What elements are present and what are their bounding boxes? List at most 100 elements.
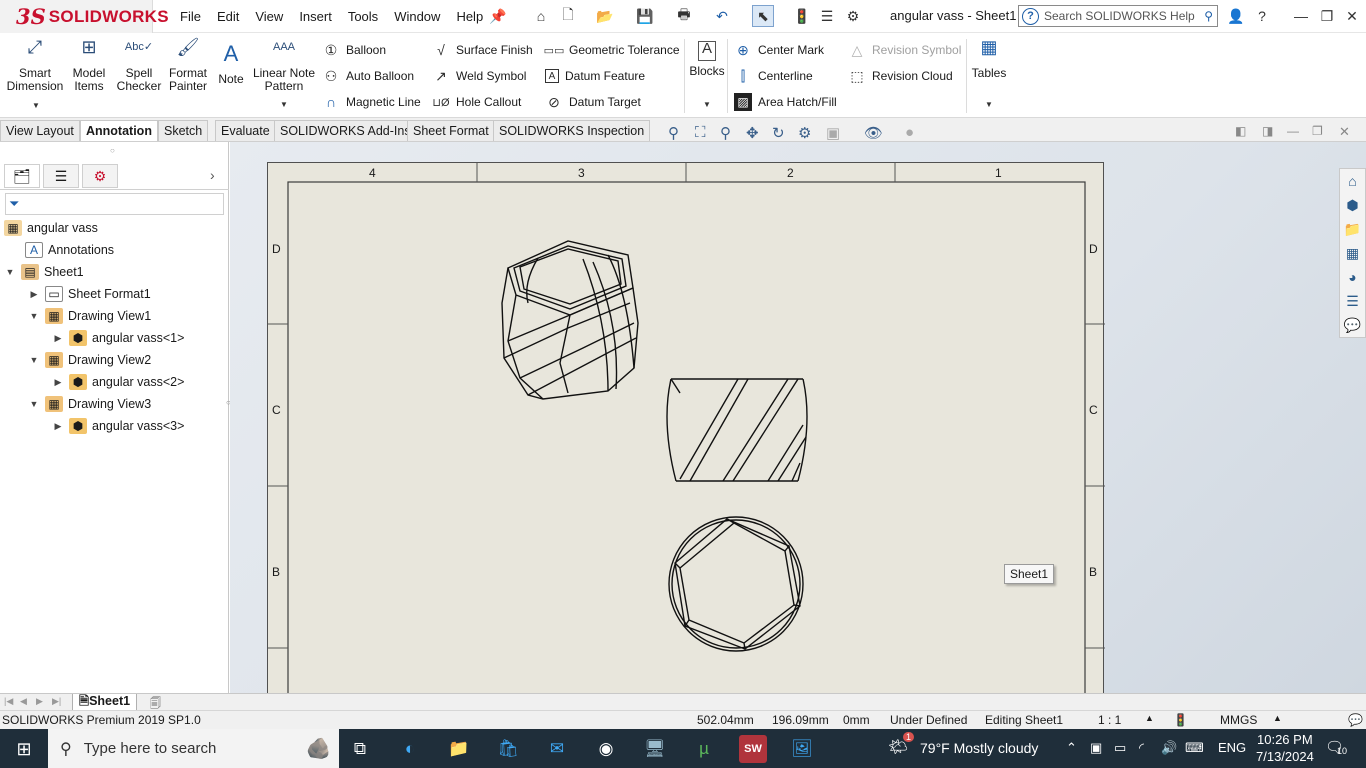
- tree-item-drawing-view3[interactable]: ▼ ▦ Drawing View3: [28, 393, 151, 415]
- menu-view[interactable]: View: [247, 9, 291, 24]
- solidworks-logo[interactable]: 3S SOLIDWORKS: [0, 0, 169, 33]
- tab-annotation[interactable]: Annotation: [80, 120, 158, 141]
- sheet-scale[interactable]: 1 : 1: [1098, 713, 1121, 727]
- select-pointer-icon[interactable]: ⬉: [752, 5, 774, 27]
- photos-icon[interactable]: 🖼: [788, 735, 816, 763]
- feedback-icon[interactable]: 💬: [1348, 713, 1363, 727]
- file-explorer-icon[interactable]: 📁: [445, 735, 473, 763]
- options-gear-icon[interactable]: ⚙: [844, 7, 862, 25]
- centerline-button[interactable]: ⫿ Centerline: [734, 66, 813, 86]
- hole-callout-button[interactable]: ⊔Ø Hole Callout: [432, 92, 521, 112]
- tree-item-root[interactable]: ▦ angular vass: [0, 217, 98, 239]
- last-sheet-icon[interactable]: ▶|: [52, 696, 61, 707]
- clock-date[interactable]: 7/13/2024: [1256, 749, 1314, 764]
- hide-show-items-icon[interactable]: 👁: [864, 124, 883, 142]
- collapse-arrow-icon[interactable]: ▼: [28, 355, 40, 365]
- user-account-icon[interactable]: 👤: [1227, 7, 1245, 25]
- model-items-button[interactable]: ⊞ Model Items: [68, 38, 110, 93]
- mail-icon[interactable]: ✉: [543, 735, 571, 763]
- featuremanager-tab-icon[interactable]: 🗂: [4, 164, 40, 188]
- display-style-icon[interactable]: ▣: [826, 124, 840, 142]
- menu-tools[interactable]: Tools: [340, 9, 386, 24]
- help-icon[interactable]: ?: [1253, 7, 1271, 25]
- geometric-tolerance-button[interactable]: ▭▭ Geometric Tolerance: [544, 40, 680, 60]
- menu-insert[interactable]: Insert: [291, 9, 340, 24]
- expand-arrow-icon[interactable]: ▶: [28, 289, 40, 300]
- tree-item-part1[interactable]: ▶ ⬢ angular vass<1>: [52, 327, 184, 349]
- tab-sketch[interactable]: Sketch: [158, 120, 209, 141]
- next-sheet-icon[interactable]: ▶: [36, 696, 43, 707]
- open-folder-icon[interactable]: 📂: [596, 7, 614, 25]
- new-document-icon[interactable]: 🗋: [559, 6, 577, 25]
- doc-restore-icon[interactable]: ❐: [1312, 124, 1323, 138]
- collapse-arrow-icon[interactable]: ▼: [28, 311, 40, 321]
- input-language[interactable]: ENG: [1218, 740, 1246, 755]
- collapse-arrow-icon[interactable]: ▼: [4, 267, 16, 277]
- tab-sheet-format[interactable]: Sheet Format: [407, 120, 495, 141]
- view-settings-icon[interactable]: ⚙: [798, 124, 811, 142]
- rebuild-indicator-icon[interactable]: 🚦: [1173, 713, 1188, 727]
- minimize-icon[interactable]: —: [1292, 7, 1310, 25]
- datum-target-button[interactable]: ⊘ Datum Target: [545, 92, 641, 112]
- weld-symbol-button[interactable]: ↗ Weld Symbol: [432, 66, 526, 86]
- custom-properties-icon[interactable]: ☰: [1340, 289, 1365, 313]
- tree-item-sheet1[interactable]: ▼ ▤ Sheet1: [4, 261, 84, 283]
- volume-icon[interactable]: 🔊: [1161, 740, 1177, 756]
- tab-solidworks-inspection[interactable]: SOLIDWORKS Inspection: [493, 120, 651, 141]
- solidworks-resources-home-icon[interactable]: ⌂: [1340, 169, 1365, 193]
- collapse-arrow-icon[interactable]: ▼: [28, 399, 40, 409]
- restore-icon[interactable]: ❐: [1318, 7, 1336, 25]
- design-library-icon[interactable]: ⬢: [1340, 193, 1365, 217]
- menu-window[interactable]: Window: [386, 9, 448, 24]
- search-icon[interactable]: ⚲: [1204, 9, 1213, 23]
- expand-arrow-icon[interactable]: ▶: [52, 333, 64, 344]
- units-popup-icon[interactable]: ▲: [1273, 713, 1282, 723]
- unit-system[interactable]: MMGS: [1220, 713, 1257, 727]
- blocks-button[interactable]: A Blocks: [689, 41, 725, 78]
- area-hatch-fill-button[interactable]: ▨ Area Hatch/Fill: [734, 92, 837, 112]
- weather-text[interactable]: 79°F Mostly cloudy: [920, 740, 1038, 756]
- touch-keyboard-icon[interactable]: ⌨: [1185, 740, 1204, 756]
- tab-evaluate[interactable]: Evaluate: [215, 120, 276, 141]
- tree-item-drawing-view2[interactable]: ▼ ▦ Drawing View2: [28, 349, 151, 371]
- expand-panel-chevron-icon[interactable]: ›: [210, 167, 215, 183]
- view-palette-icon[interactable]: ▦: [1340, 241, 1365, 265]
- sheet1-tab[interactable]: 🗎Sheet1: [72, 694, 138, 711]
- expand-arrow-icon[interactable]: ▶: [52, 421, 64, 432]
- tab-solidworks-addins[interactable]: SOLIDWORKS Add-Ins: [274, 120, 417, 141]
- surface-finish-button[interactable]: √ Surface Finish: [432, 40, 533, 60]
- panel-splitter-handle[interactable]: ○: [110, 146, 115, 155]
- balloon-button[interactable]: ① Balloon: [322, 40, 386, 60]
- show-hidden-icons-chevron-icon[interactable]: ⌃: [1066, 740, 1077, 756]
- chrome-icon[interactable]: ◉: [592, 735, 620, 763]
- meet-now-icon[interactable]: ▣: [1090, 740, 1102, 756]
- tab-view-layout[interactable]: View Layout: [0, 120, 80, 141]
- view-next-icon[interactable]: ◨: [1262, 124, 1273, 138]
- microsoft-store-icon[interactable]: 🛍: [494, 735, 522, 763]
- file-properties-icon[interactable]: ☰: [818, 7, 836, 25]
- magnetic-line-button[interactable]: ∩ Magnetic Line: [322, 92, 421, 112]
- auto-balloon-button[interactable]: ⚇ Auto Balloon: [322, 66, 414, 86]
- datum-feature-button[interactable]: A Datum Feature: [545, 66, 645, 86]
- tree-item-annotations[interactable]: A Annotations: [20, 239, 114, 261]
- search-help-field[interactable]: ? Search SOLIDWORKS Help ⚲: [1018, 5, 1218, 27]
- windows-start-icon[interactable]: ⊞: [10, 735, 38, 763]
- utorrent-icon[interactable]: µ: [690, 735, 718, 763]
- doc-close-icon[interactable]: ✕: [1339, 124, 1350, 140]
- graphics-area[interactable]: 4 3 2 1 D C B D C B Sheet1: [230, 142, 1366, 703]
- scale-popup-icon[interactable]: ▲: [1145, 713, 1154, 723]
- solidworks-taskbar-icon[interactable]: SW: [739, 735, 767, 763]
- center-mark-button[interactable]: ⊕ Center Mark: [734, 40, 824, 60]
- task-view-icon[interactable]: ⧉: [346, 735, 374, 763]
- zoom-to-fit-icon[interactable]: ⚲: [668, 124, 679, 142]
- solidworks-forum-icon[interactable]: 💬: [1340, 313, 1365, 337]
- smart-dimension-button[interactable]: ⤢ Smart Dimension: [6, 38, 64, 93]
- save-icon[interactable]: 💾: [636, 7, 654, 25]
- spell-checker-button[interactable]: Abc✓ Spell Checker: [116, 41, 162, 93]
- clock-time[interactable]: 10:26 PM: [1257, 732, 1313, 747]
- zoom-in-out-icon[interactable]: ⚲: [720, 124, 731, 142]
- propertymanager-tab-icon[interactable]: ☰: [43, 164, 79, 188]
- configurationmanager-tab-icon[interactable]: ⚙: [82, 164, 118, 188]
- pin-icon[interactable]: 📌: [489, 7, 507, 25]
- network-computer-icon[interactable]: 🖥: [641, 735, 669, 763]
